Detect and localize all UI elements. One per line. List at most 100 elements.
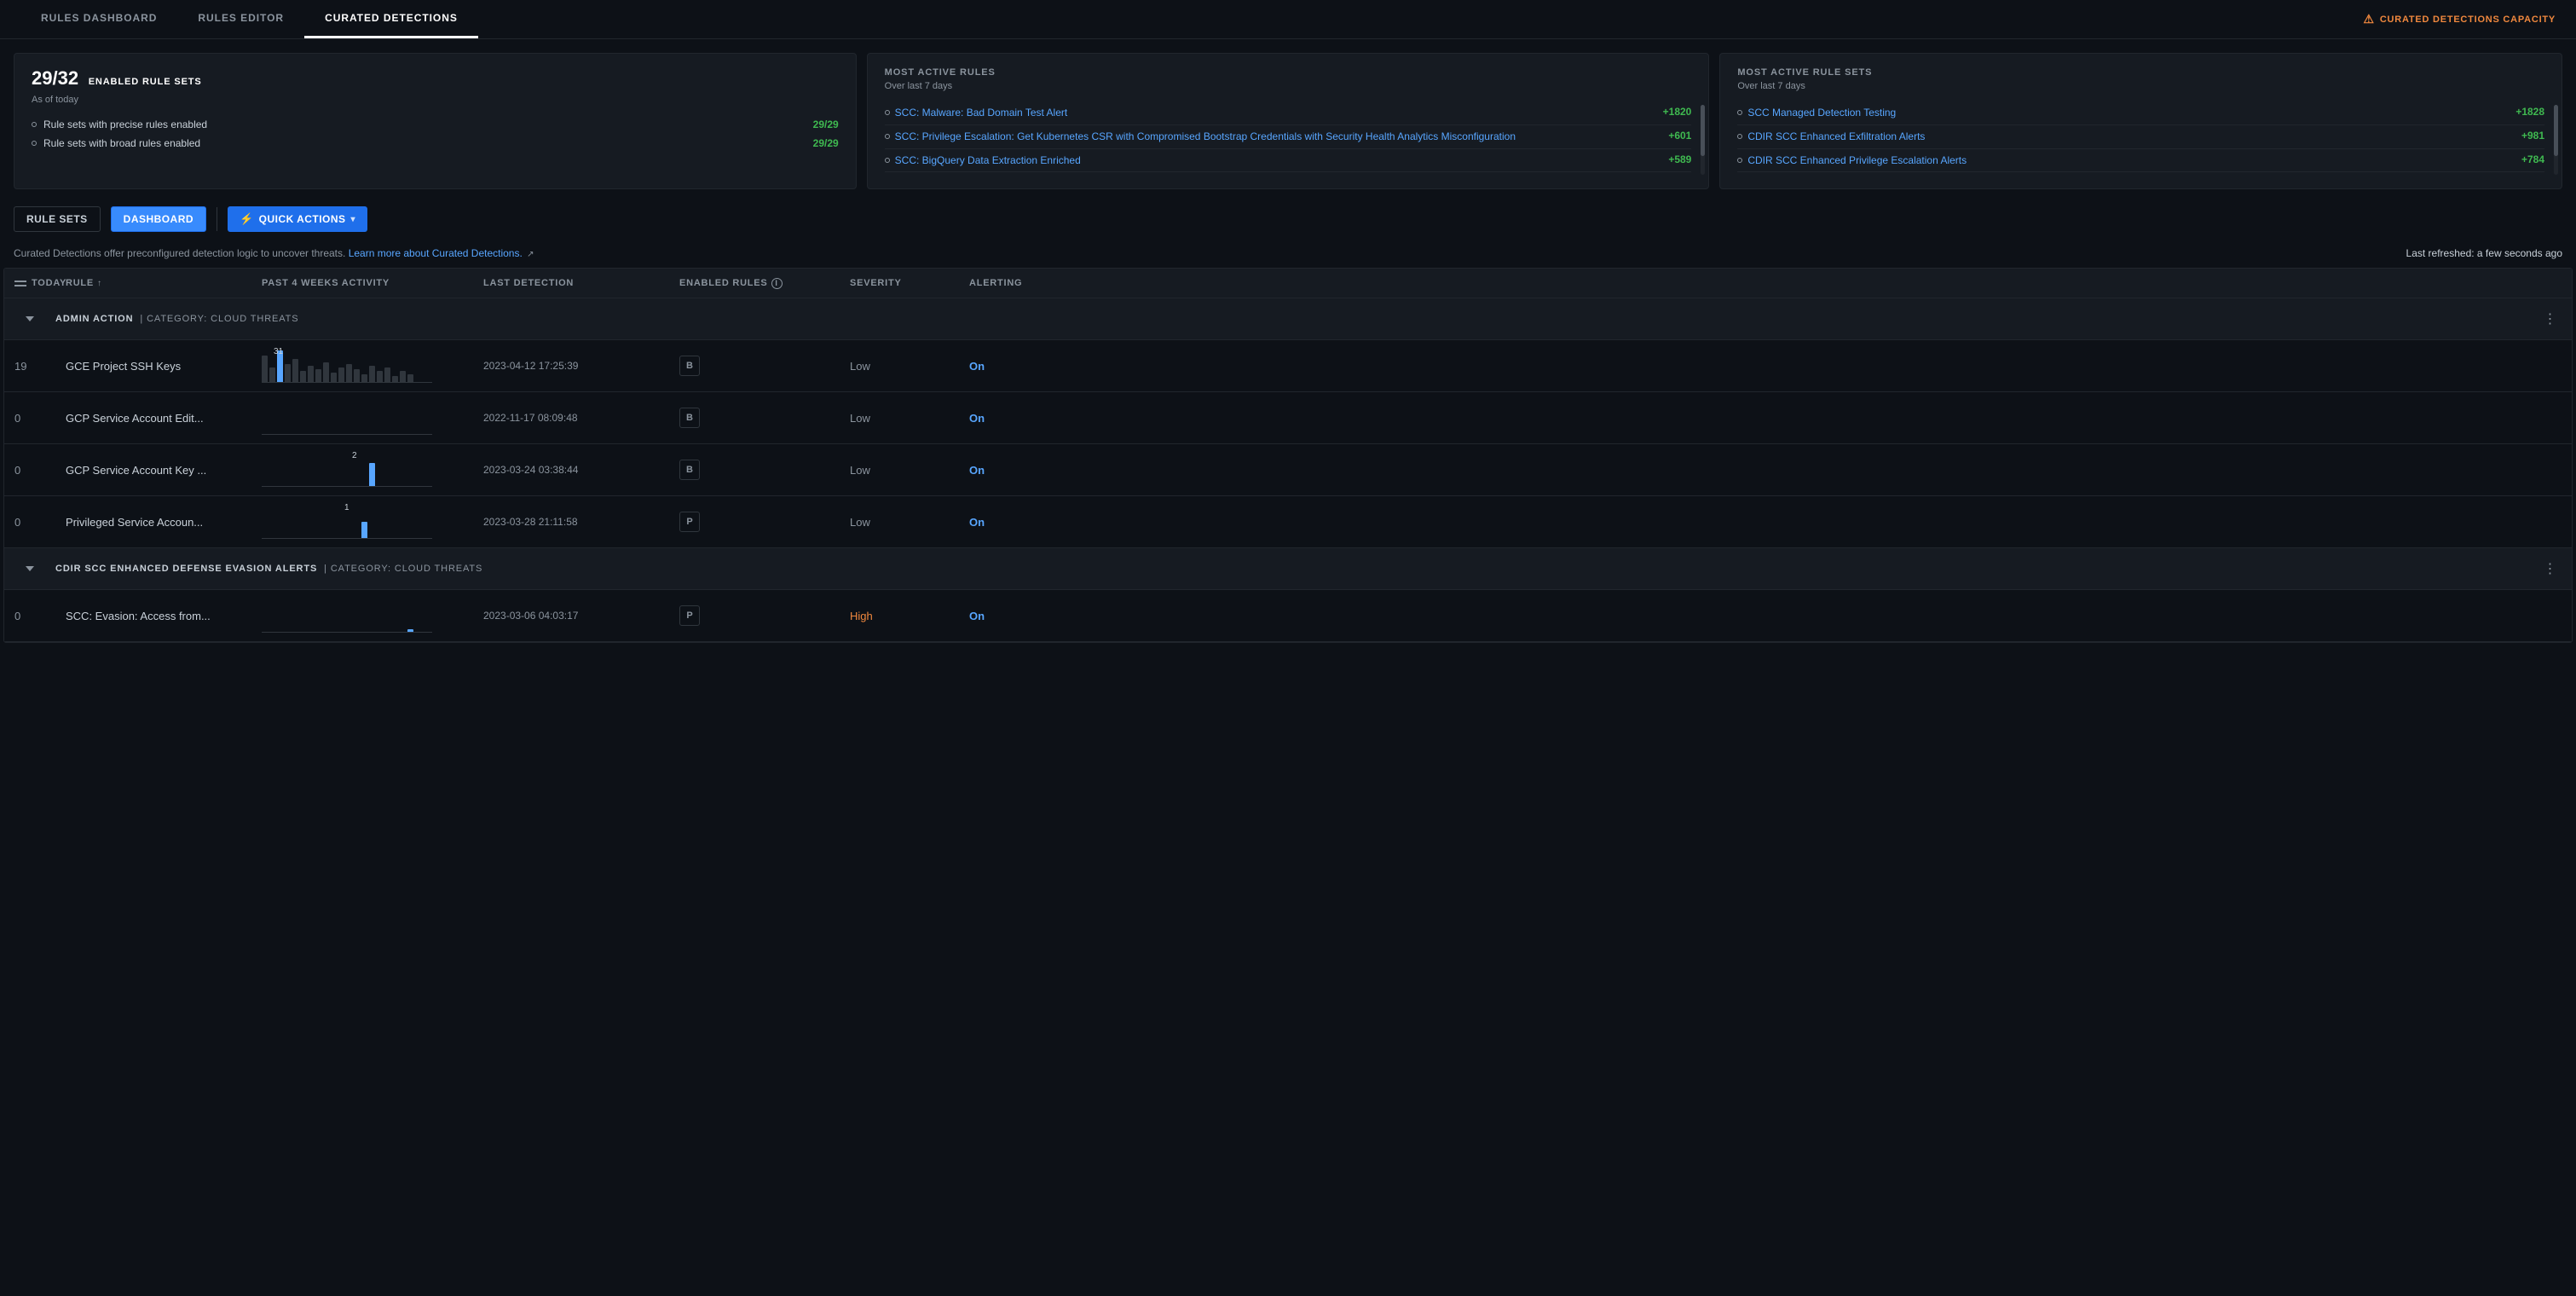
active-rule-link-0[interactable]: SCC: Malware: Bad Domain Test Alert xyxy=(895,106,1075,120)
scrollbar-track-2[interactable] xyxy=(2554,105,2558,175)
curated-detections-capacity-warning: ⚠ Curated Detections Capacity xyxy=(2364,12,2556,26)
td-rule-name: GCP Service Account Edit... xyxy=(55,403,251,433)
td-last-detection: 2022-11-17 08:09:48 xyxy=(473,403,669,432)
badge-b-icon: B xyxy=(679,460,700,480)
chevron-expanded-icon xyxy=(26,566,34,571)
most-active-rules-card: Most Active Rules Over last 7 days SCC: … xyxy=(867,53,1710,189)
scrollbar-thumb-2[interactable] xyxy=(2554,105,2558,156)
warning-label: Curated Detections Capacity xyxy=(2380,14,2556,25)
active-rule-count-0: +1820 xyxy=(1663,106,1692,118)
most-active-rule-sets-card: Most Active Rule Sets Over last 7 days S… xyxy=(1719,53,2562,189)
active-ruleset-link-1[interactable]: CDIR SCC Enhanced Exfiltration Alerts xyxy=(1747,130,1932,144)
th-today[interactable]: Today xyxy=(4,269,55,298)
sparkline-chart: 31 xyxy=(262,349,432,383)
td-badge: B xyxy=(669,451,840,489)
table-row: 0 Privileged Service Accoun... 1 xyxy=(4,496,2572,548)
dashboard-button[interactable]: Dashboard xyxy=(111,206,206,232)
spark-bar xyxy=(369,366,375,383)
active-rule-link-2[interactable]: SCC: BigQuery Data Extraction Enriched xyxy=(895,153,1088,168)
th-rule-label: Rule xyxy=(66,278,94,288)
most-active-rules-subtitle: Over last 7 days xyxy=(885,81,1692,91)
summary-cards-row: 29/32 Enabled Rule Sets As of today Rule… xyxy=(0,39,2576,196)
table-row: 19 GCE Project SSH Keys 31 xyxy=(4,340,2572,392)
th-severity[interactable]: Severity xyxy=(840,269,959,298)
active-rule-link-1[interactable]: SCC: Privilege Escalation: Get Kubernete… xyxy=(895,130,1522,144)
scrollbar-track[interactable] xyxy=(1701,105,1705,175)
tab-curated-detections[interactable]: Curated Detections xyxy=(304,0,478,38)
scrollbar-thumb[interactable] xyxy=(1701,105,1705,156)
td-today: 19 xyxy=(4,351,55,381)
spark-peak-label: 31 xyxy=(274,347,283,356)
td-row-actions xyxy=(1095,461,1138,478)
group-label: CDIR SCC Enhanced Defense Evasion Alerts xyxy=(55,564,317,574)
spark-bar xyxy=(384,367,390,383)
group-category-value: Cloud Threats xyxy=(211,314,298,324)
tab-rules-dashboard[interactable]: Rules Dashboard xyxy=(20,0,177,38)
toolbar: Rule Sets Dashboard ⚡ Quick Actions ▾ xyxy=(0,196,2576,242)
active-ruleset-link-0[interactable]: SCC Managed Detection Testing xyxy=(1747,106,1903,120)
enabled-rule-sets-subtitle: As of today xyxy=(32,95,839,105)
td-row-actions xyxy=(1095,357,1138,374)
sparkline-chart: 1 xyxy=(262,505,432,539)
th-enabled-rules[interactable]: Enabled Rules i xyxy=(669,269,840,298)
refresh-time-value: a few seconds ago xyxy=(2477,247,2562,259)
td-row-actions xyxy=(1095,513,1138,530)
nav-tabs: Rules Dashboard Rules Editor Curated Det… xyxy=(20,0,478,38)
active-ruleset-count-1: +981 xyxy=(2521,130,2544,142)
td-rule-name: SCC: Evasion: Access from... xyxy=(55,601,251,631)
spark-bar xyxy=(400,371,406,383)
broad-rules-count: 29/29 xyxy=(813,137,839,149)
spark-bar xyxy=(338,367,344,383)
warning-triangle-icon: ⚠ xyxy=(2364,12,2375,26)
th-alerting-label: Alerting xyxy=(969,278,1022,288)
active-ruleset-link-2[interactable]: CDIR SCC Enhanced Privilege Escalation A… xyxy=(1747,153,1973,168)
group-category: | Category: Cloud Threats xyxy=(324,564,482,574)
table-row: 0 GCP Service Account Edit... xyxy=(4,392,2572,444)
th-last-detection[interactable]: Last Detection xyxy=(473,269,669,298)
spark-bar xyxy=(308,366,314,383)
group-category: | Category: Cloud Threats xyxy=(140,314,298,324)
more-options-button[interactable]: ⋮ xyxy=(2529,307,2572,331)
top-navigation: Rules Dashboard Rules Editor Curated Det… xyxy=(0,0,2576,39)
enabled-rule-sets-label: Enabled Rule Sets xyxy=(89,77,202,87)
td-severity: Low xyxy=(840,507,959,537)
more-options-button[interactable]: ⋮ xyxy=(2529,557,2572,581)
th-alerting[interactable]: Alerting xyxy=(959,269,1095,298)
td-badge: P xyxy=(669,503,840,541)
most-active-rules-title: Most Active Rules xyxy=(885,67,1692,78)
table-header: Today Rule ↑ Past 4 Weeks Activity Last … xyxy=(4,269,2572,298)
learn-more-link[interactable]: Learn more about Curated Detections. xyxy=(349,247,523,259)
td-row-actions xyxy=(1095,409,1138,426)
info-circle-icon: i xyxy=(771,278,783,289)
th-activity[interactable]: Past 4 Weeks Activity xyxy=(251,269,473,298)
bullet-icon xyxy=(32,141,37,146)
td-alerting: On xyxy=(959,455,1095,485)
info-description: Curated Detections offer preconfigured d… xyxy=(14,247,534,259)
td-last-detection: 2023-03-24 03:38:44 xyxy=(473,455,669,484)
td-activity xyxy=(251,392,473,443)
precise-rules-count: 29/29 xyxy=(813,119,839,130)
th-severity-label: Severity xyxy=(850,278,902,288)
active-ruleset-count-2: +784 xyxy=(2521,153,2544,165)
info-bar: Curated Detections offer preconfigured d… xyxy=(0,242,2576,268)
th-last-detection-label: Last Detection xyxy=(483,278,574,288)
collapse-all-icon[interactable] xyxy=(14,277,26,289)
rule-sets-broad-item: Rule sets with broad rules enabled 29/29 xyxy=(32,134,839,153)
bullet-icon xyxy=(885,134,890,139)
group-row-admin-action: Admin Action | Category: Cloud Threats ⋮ xyxy=(4,298,2572,340)
spark-bar xyxy=(292,359,298,383)
quick-actions-button[interactable]: ⚡ Quick Actions ▾ xyxy=(228,206,367,232)
group-row-cdir-scc: CDIR SCC Enhanced Defense Evasion Alerts… xyxy=(4,548,2572,590)
tab-rules-editor[interactable]: Rules Editor xyxy=(177,0,304,38)
th-rule[interactable]: Rule ↑ xyxy=(55,269,251,298)
active-rule-item-1: SCC: Privilege Escalation: Get Kubernete… xyxy=(885,125,1692,149)
td-badge: B xyxy=(669,347,840,385)
badge-p-icon: P xyxy=(679,512,700,532)
group-expand-cdir-scc[interactable] xyxy=(4,566,55,571)
td-severity: Low xyxy=(840,351,959,381)
bullet-icon xyxy=(1737,110,1742,115)
sparkline-chart xyxy=(262,401,432,435)
group-expand-admin-action[interactable] xyxy=(4,316,55,321)
td-activity: 1 xyxy=(251,496,473,547)
rule-sets-button[interactable]: Rule Sets xyxy=(14,206,101,232)
